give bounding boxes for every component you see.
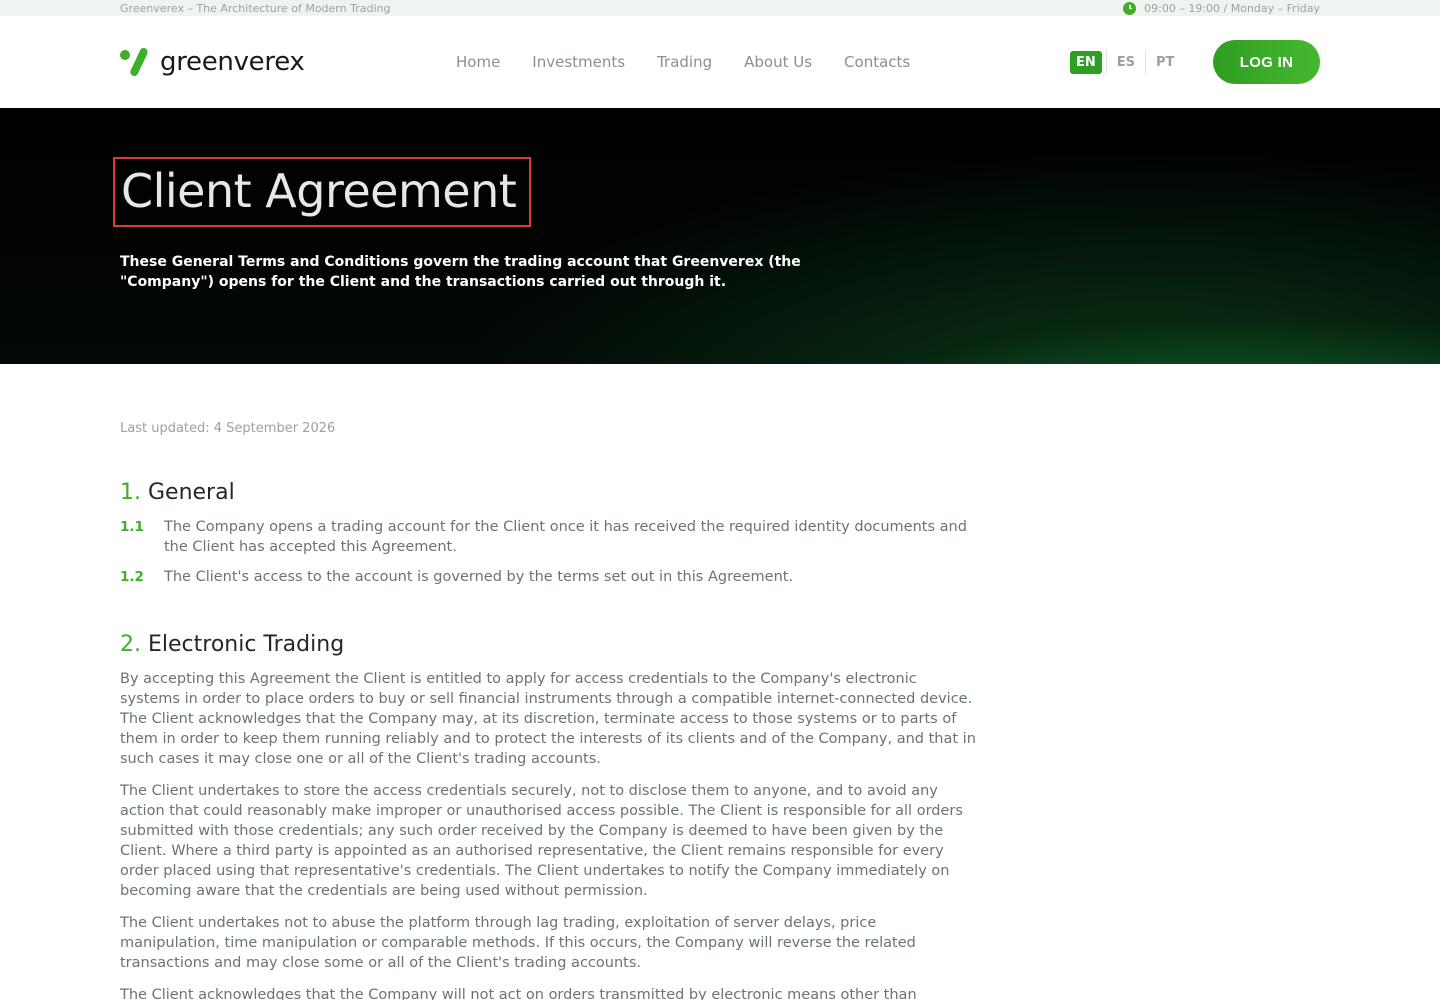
main-nav: Home Investments Trading About Us Contac…: [456, 53, 910, 71]
lang-pt[interactable]: PT: [1146, 51, 1184, 74]
page-title: Client Agreement: [121, 164, 517, 218]
clause-text: The Client's access to the account is go…: [164, 569, 794, 585]
paragraph: The Client acknowledges that the Company…: [120, 987, 917, 1000]
clock-icon: [1123, 1, 1137, 15]
logo-text: greenverex: [160, 47, 305, 77]
paragraph: By accepting this Agreement the Client i…: [120, 671, 976, 767]
section-title-text: General: [148, 480, 235, 505]
section-number: 2.: [120, 632, 141, 657]
language-switcher: EN ES PT: [1070, 50, 1184, 74]
agreement-content: Last updated: 4 September 2026 1. Genera…: [0, 364, 1100, 1000]
login-button[interactable]: LOG IN: [1213, 40, 1320, 84]
logo-mark-icon: [120, 46, 150, 78]
last-updated: Last updated: 4 September 2026: [120, 421, 336, 436]
tagline: Greenverex – The Architecture of Modern …: [120, 1, 391, 15]
nav-about-us[interactable]: About Us: [744, 53, 812, 71]
lang-es[interactable]: ES: [1107, 51, 1145, 74]
nav-contacts[interactable]: Contacts: [844, 53, 910, 71]
top-info-bar: Greenverex – The Architecture of Modern …: [0, 0, 1440, 16]
section-heading-electronic-trading: 2. Electronic Trading: [120, 632, 980, 657]
section-heading-general: 1. General: [120, 480, 980, 505]
site-header: greenverex Home Investments Trading Abou…: [0, 16, 1440, 108]
paragraph: The Client undertakes not to abuse the p…: [120, 915, 916, 971]
hero-subtitle: These General Terms and Conditions gover…: [120, 254, 801, 290]
nav-investments[interactable]: Investments: [532, 53, 625, 71]
clause: 1.1 The Company opens a trading account …: [120, 517, 980, 557]
clause-text: The Company opens a trading account for …: [164, 519, 967, 555]
nav-trading[interactable]: Trading: [657, 53, 712, 71]
working-hours: 09:00 – 19:00 / Monday – Friday: [1123, 1, 1320, 15]
clause-number: 1.1: [120, 519, 144, 535]
paragraph: The Client undertakes to store the acces…: [120, 783, 963, 899]
hours-text: 09:00 – 19:00 / Monday – Friday: [1144, 1, 1320, 15]
clause: 1.2 The Client's access to the account i…: [120, 567, 980, 587]
hero-banner: Client Agreement These General Terms and…: [0, 108, 1440, 364]
page-title-highlight: Client Agreement: [113, 157, 531, 227]
section-number: 1.: [120, 480, 141, 505]
logo[interactable]: greenverex: [120, 46, 305, 78]
lang-en[interactable]: EN: [1070, 50, 1102, 74]
nav-home[interactable]: Home: [456, 53, 500, 71]
clause-number: 1.2: [120, 569, 144, 585]
section-title-text: Electronic Trading: [148, 632, 345, 657]
